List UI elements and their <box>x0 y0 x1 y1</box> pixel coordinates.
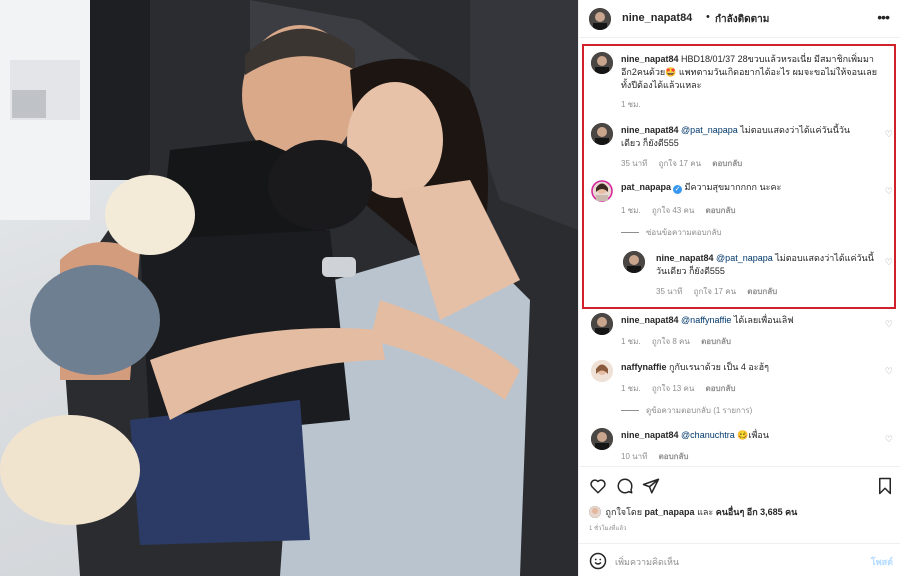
share-icon[interactable] <box>642 477 660 500</box>
reply-button[interactable]: ตอบกลับ <box>706 384 736 393</box>
comment-item: nine_napat84 @chanuchtra 🥴เพื่อน 10 นาที… <box>579 428 900 464</box>
author-avatar[interactable] <box>589 8 611 30</box>
like-comment-heart-icon[interactable]: ♡ <box>885 319 893 330</box>
post-comment-button[interactable]: โพสต์ <box>871 555 893 569</box>
add-comment-bar: เพิ่มความคิดเห็น โพสต์ <box>579 543 900 576</box>
highlight-box <box>582 44 896 309</box>
post-photo[interactable] <box>0 0 578 576</box>
likes-summary: ถูกใจโดย pat_napapa และ คนอื่นๆ อีก 3,68… <box>589 505 797 519</box>
emoji-icon[interactable] <box>589 552 607 575</box>
likes-prefix: ถูกใจโดย <box>605 507 645 517</box>
comment-time[interactable]: 1 ชม. <box>621 384 641 393</box>
post-timestamp[interactable]: 1 ชั่วโมงที่แล้ว <box>589 523 626 533</box>
photo-illustration <box>0 0 578 576</box>
likes-mid: และ <box>694 507 716 517</box>
comment-item: nine_napat84 @naffynaffie ได้เลยเพื่อนเล… <box>579 313 900 349</box>
comment-icon[interactable] <box>616 477 634 500</box>
post-actions: ถูกใจโดย pat_napapa และ คนอื่นๆ อีก 3,68… <box>579 466 900 576</box>
comment-likes[interactable]: ถูกใจ 13 คน <box>652 384 694 393</box>
comment-username[interactable]: naffynaffie <box>621 362 667 372</box>
view-replies-toggle[interactable]: ดูข้อความตอบกลับ (1 รายการ) <box>621 404 752 417</box>
comment-body: ได้เลยเพื่อนเลิฟ <box>731 315 794 325</box>
comment-mention[interactable]: @naffynaffie <box>681 315 731 325</box>
following-button[interactable]: กำลังติดตาม <box>715 12 769 27</box>
comment-text: nine_napat84 @naffynaffie ได้เลยเพื่อนเล… <box>621 314 879 327</box>
comment-item: naffynaffie กูกับเรนาด้วย เป็น 4 อะฮ้ๆ 1… <box>579 360 900 396</box>
comment-likes[interactable]: ถูกใจ 8 คน <box>652 337 690 346</box>
comment-body: กูกับเรนาด้วย เป็น 4 อะฮ้ๆ <box>669 362 769 372</box>
comment-body: 🥴เพื่อน <box>734 430 769 440</box>
like-comment-heart-icon[interactable]: ♡ <box>885 434 893 445</box>
toggle-label: ดูข้อความตอบกลับ (1 รายการ) <box>646 406 753 415</box>
liker-avatar[interactable] <box>589 506 601 518</box>
comment-meta: 1 ชม. ถูกใจ 8 คน ตอบกลับ <box>621 335 740 348</box>
toggle-line <box>621 410 639 412</box>
more-icon[interactable]: ••• <box>877 9 890 25</box>
like-comment-heart-icon[interactable]: ♡ <box>885 366 893 377</box>
comment-username[interactable]: nine_napat84 <box>621 315 679 325</box>
commenter-avatar[interactable] <box>591 428 613 450</box>
heart-icon[interactable] <box>589 477 607 500</box>
comment-time[interactable]: 1 ชม. <box>621 337 641 346</box>
likes-others[interactable]: คนอื่นๆ อีก 3,685 คน <box>716 507 798 517</box>
commenter-avatar[interactable] <box>591 313 613 335</box>
bookmark-icon[interactable] <box>877 477 893 500</box>
reply-button[interactable]: ตอบกลับ <box>659 452 689 461</box>
comment-text: naffynaffie กูกับเรนาด้วย เป็น 4 อะฮ้ๆ <box>621 361 879 374</box>
comment-meta: 10 นาที ตอบกลับ <box>621 450 698 463</box>
reply-button[interactable]: ตอบกลับ <box>701 337 731 346</box>
comment-meta: 1 ชม. ถูกใจ 13 คน ตอบกลับ <box>621 382 744 395</box>
separator-dot: • <box>706 11 710 23</box>
comment-username[interactable]: nine_napat84 <box>621 430 679 440</box>
comment-time[interactable]: 10 นาที <box>621 452 647 461</box>
commenter-avatar[interactable] <box>591 360 613 382</box>
comment-text: nine_napat84 @chanuchtra 🥴เพื่อน <box>621 429 879 442</box>
liker-username[interactable]: pat_napapa <box>645 507 695 517</box>
author-username[interactable]: nine_napat84 <box>622 12 692 24</box>
add-comment-input[interactable]: เพิ่มความคิดเห็น <box>615 555 679 569</box>
comment-mention[interactable]: @chanuchtra <box>681 430 735 440</box>
post-header: nine_napat84 • กำลังติดตาม ••• <box>579 0 900 38</box>
